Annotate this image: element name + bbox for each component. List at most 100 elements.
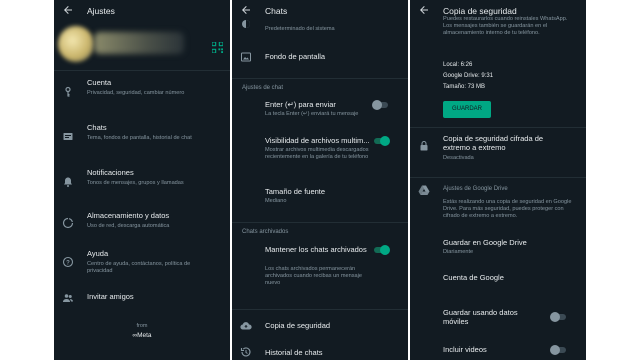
mobile-label: Guardar usando datos móviles	[443, 308, 518, 326]
chat-icon	[62, 131, 74, 143]
theme-row[interactable]: Predeterminado del sistema	[232, 20, 408, 36]
profile-row[interactable]	[54, 24, 230, 70]
divider	[410, 177, 586, 178]
svg-text:?: ?	[66, 260, 70, 266]
enter-label: Enter (↵) para enviar	[265, 100, 336, 109]
lock-icon	[418, 140, 430, 152]
gd-description: Estás realizando una copia de seguridad …	[443, 199, 572, 219]
item-label: Ayuda	[87, 249, 109, 258]
item-label: Almacenamiento y datos	[87, 211, 170, 220]
settings-item-storage[interactable]: Almacenamiento y datos Uso de red, desca…	[54, 211, 230, 241]
archived-label: Mantener los chats archivados	[265, 245, 367, 254]
chats-settings-screen: Chats Predeterminado del sistema Fondo d…	[232, 0, 408, 360]
media-label: Visibilidad de archivos multim...	[265, 136, 370, 145]
qr-code-icon[interactable]	[211, 40, 224, 54]
section-chat-settings: Ajustes de chat	[242, 85, 284, 91]
google-account-row[interactable]: Cuenta de Google	[410, 271, 586, 287]
backup-intro: Puedes restaurarlos cuando reinstales Wh…	[443, 16, 568, 36]
archived-sub: Los chats archivados permanecerán archiv…	[265, 266, 363, 286]
theme-icon	[240, 18, 252, 30]
key-icon	[62, 86, 74, 98]
media-sub: Mostrar archivos multimedia descargados …	[265, 147, 369, 160]
settings-screen: Ajustes Cuenta Privacidad, seguridad, ca…	[54, 0, 230, 360]
back-arrow-icon[interactable]	[62, 4, 76, 18]
gdrive-settings-section: Ajustes de Google Drive Estás realizando…	[410, 184, 586, 224]
item-subtitle: Tonos de mensajes, grupos y llamadas	[87, 180, 184, 186]
enter-toggle[interactable]	[372, 100, 388, 110]
wallpaper-row[interactable]: Fondo de pantalla	[232, 48, 408, 66]
enter-sub: La tecla Enter (↵) enviará tu mensaje	[265, 111, 359, 117]
divider	[54, 70, 230, 71]
media-visibility-row[interactable]: Visibilidad de archivos multim... Mostra…	[232, 134, 408, 174]
page-title: Ajustes	[87, 6, 115, 16]
data-usage-icon	[62, 217, 74, 229]
top-bar: Ajustes	[54, 0, 230, 22]
save-button[interactable]: GUARDAR	[443, 101, 491, 118]
settings-item-invite[interactable]: Invitar amigos	[54, 289, 230, 307]
backup-size: Tamaño: 73 MB	[443, 84, 486, 90]
item-subtitle: Privacidad, seguridad, cambiar número	[87, 90, 185, 96]
divider	[410, 127, 586, 128]
save-to-gdrive-row[interactable]: Guardar en Google Drive Diariamente	[410, 236, 586, 260]
theme-value: Predeterminado del sistema	[265, 26, 335, 32]
item-label: Invitar amigos	[87, 292, 134, 301]
settings-item-account[interactable]: Cuenta Privacidad, seguridad, cambiar nú…	[54, 76, 230, 112]
save-gd-label: Guardar en Google Drive	[443, 238, 527, 247]
google-drive-icon	[418, 184, 430, 196]
last-backup-local: Local: 6:26	[443, 62, 473, 68]
page-title: Copia de seguridad	[443, 6, 517, 16]
chat-history-row[interactable]: Historial de chats	[232, 344, 408, 360]
account-label: Cuenta de Google	[443, 273, 504, 282]
divider	[232, 78, 408, 79]
backup-screen: Copia de seguridad Puedes restaurarlos c…	[410, 0, 586, 360]
settings-item-chats[interactable]: Chats Tema, fondos de pantalla, historia…	[54, 121, 230, 157]
save-gd-sub: Diariamente	[443, 249, 474, 255]
gd-section-title: Ajustes de Google Drive	[443, 186, 508, 192]
include-videos-row[interactable]: Incluir videos	[410, 343, 586, 359]
footer-from: from	[136, 323, 148, 329]
history-icon	[240, 346, 252, 358]
bell-icon	[62, 176, 74, 188]
item-label: Notificaciones	[87, 168, 134, 177]
videos-label: Incluir videos	[443, 345, 487, 354]
top-bar: Chats	[232, 0, 408, 22]
people-icon	[62, 292, 74, 304]
divider	[232, 222, 408, 223]
history-label: Historial de chats	[265, 348, 323, 357]
divider	[232, 309, 408, 310]
e2e-sub: Desactivada	[443, 155, 474, 161]
item-label: Chats	[87, 123, 107, 132]
backup-label: Copia de seguridad	[265, 321, 331, 330]
font-label: Tamaño de fuente	[265, 187, 326, 196]
mobile-toggle[interactable]	[550, 312, 566, 322]
item-subtitle: Centro de ayuda, contáctanos, política d…	[87, 261, 191, 274]
cloud-upload-icon	[240, 320, 252, 332]
wallpaper-label: Fondo de pantalla	[265, 52, 326, 61]
profile-name-blurred	[94, 32, 184, 54]
videos-toggle[interactable]	[550, 345, 566, 355]
settings-item-help[interactable]: ? Ayuda Centro de ayuda, contáctanos, po…	[54, 247, 230, 283]
e2e-backup-row[interactable]: Copia de seguridad cifrada de extremo a …	[410, 132, 586, 166]
font-size-row[interactable]: Tamaño de fuente Mediano	[232, 185, 408, 209]
font-sub: Mediano	[265, 198, 287, 204]
item-subtitle: Tema, fondos de pantalla, historial de c…	[87, 135, 192, 141]
section-archived: Chats archivados	[242, 229, 289, 235]
avatar	[58, 26, 94, 62]
page-title: Chats	[265, 6, 288, 16]
help-icon: ?	[62, 256, 74, 268]
last-backup-gdrive: Google Drive: 9:31	[443, 73, 494, 79]
wallpaper-icon	[240, 51, 252, 63]
item-subtitle: Uso de red, descarga automática	[87, 223, 170, 229]
keep-archived-row[interactable]: Mantener los chats archivados Los chats …	[232, 243, 408, 301]
item-label: Cuenta	[87, 78, 112, 87]
mobile-data-row[interactable]: Guardar usando datos móviles	[410, 306, 586, 330]
back-arrow-icon[interactable]	[418, 4, 432, 18]
e2e-label: Copia de seguridad cifrada de extremo a …	[443, 134, 544, 152]
media-toggle[interactable]	[374, 136, 390, 146]
enter-to-send-row[interactable]: Enter (↵) para enviar La tecla Enter (↵)…	[232, 98, 408, 122]
settings-item-notifications[interactable]: Notificaciones Tonos de mensajes, grupos…	[54, 166, 230, 202]
meta-logo: ∞Meta	[132, 332, 152, 339]
archived-toggle[interactable]	[374, 245, 390, 255]
backup-row[interactable]: Copia de seguridad	[232, 318, 408, 336]
back-arrow-icon[interactable]	[240, 4, 254, 18]
